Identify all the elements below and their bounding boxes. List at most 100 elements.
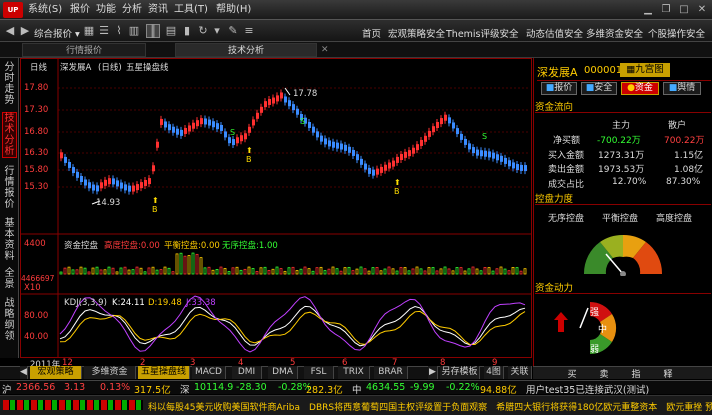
menu-quote[interactable]: 报价 [70,3,90,17]
control-bar [515,267,519,275]
restore-icon[interactable]: ❐ [660,4,672,16]
candle-body [64,156,67,163]
nav-macro[interactable]: 宏观策略安全 [388,26,445,40]
candle-body [516,164,519,171]
composite-quote-menu[interactable]: 综合报价 ▾ [34,26,80,40]
control-bar [99,269,103,275]
list-icon[interactable]: ☰ [97,24,111,38]
control-bar [307,268,311,275]
tab-scroll-left-icon[interactable]: ◀ [20,366,28,379]
candle-body [96,185,99,192]
control-bar [159,269,163,275]
bottom-tab-trix[interactable]: TRIX [338,366,370,379]
nav-valuation[interactable]: 动态估值安全 [526,26,583,40]
nav-operation[interactable]: 个股操作安全 [648,26,705,40]
bottom-tab-macro[interactable]: 宏观策略 [30,366,82,379]
candle-body [100,182,103,189]
sell-button[interactable]: 卖 [592,367,616,380]
bottom-tab-related[interactable]: 关联 [508,366,532,379]
control-bar [143,271,147,275]
bottom-tab-funds[interactable]: 多维资金 [84,366,136,379]
candle-body [412,147,415,154]
news-ticker[interactable]: 科以每股45美元收购美国软件商Ariba DBRS将西意葡萄四国主权评级置于负面… [148,400,712,413]
refresh-icon[interactable]: ↻ [196,24,210,38]
sidebar-item-intraday[interactable]: 分时走势 [2,62,17,108]
control-bar [247,266,251,275]
menu-system[interactable]: 系统(S) [28,3,62,17]
flow-title: 资金流向 [535,102,574,113]
tab-technical[interactable]: 技术分析 [175,43,317,57]
sidebar-item-quote[interactable]: 行情报价 [2,166,17,212]
bottom-tab-brar[interactable]: BRAR [374,366,408,379]
safety-button[interactable]: ■安全 [581,82,617,95]
sidebar-item-technical[interactable]: 技术分析 [2,112,17,158]
nav-home[interactable]: 首页 [362,26,381,40]
tab-quote[interactable]: 行情报价 [22,43,146,57]
candle-body [480,150,483,157]
maximize-icon[interactable]: □ [678,4,690,16]
forward-icon[interactable]: ▶ [18,24,32,38]
menu-help[interactable]: 帮助(H) [216,3,251,17]
candle-body [368,167,371,174]
candle-body [448,117,451,124]
bottom-tab-4chart[interactable]: 4图 [484,366,504,379]
control-bar [399,267,403,275]
quote-button[interactable]: ■报价 [541,82,577,95]
minimize-icon[interactable]: ▁ [642,4,654,16]
candle-body [488,151,491,158]
control-bar [451,270,455,275]
control-bar [375,267,379,275]
sz-index-label: 深 [180,385,190,396]
candles-icon[interactable]: ║ [146,24,160,38]
tab-scroll-right-icon[interactable]: ▶ [428,366,438,379]
buy-button[interactable]: 买 [560,367,584,380]
sh-index-amount: 317.5亿 [134,385,171,396]
menu-analysis[interactable]: 分析 [122,3,142,17]
dropdown-icon[interactable]: ▾ [210,24,224,38]
candle-body [308,121,311,128]
power-gauge [554,301,617,355]
nine-grid-button[interactable]: ▦九宫图 [620,63,670,77]
trend-icon[interactable]: ⌇ [112,24,126,38]
menu-tools[interactable]: 工具(T) [174,3,208,17]
kline-icon[interactable]: ▥ [127,24,141,38]
grid-icon[interactable]: ▦ [82,24,96,38]
high-price-label: 17.78 [293,89,318,99]
nav-funds[interactable]: 多维资金安全 [586,26,643,40]
nav-themis[interactable]: Themis评级安全 [446,26,519,40]
bottom-tab-macd[interactable]: MACD [192,366,226,379]
sidebar-item-panorama[interactable]: 全景 [2,268,17,292]
candle-body [128,185,131,192]
candle-body [280,92,283,99]
tab-close-icon[interactable]: ✕ [321,45,329,55]
menu-icon[interactable]: ≡ [242,24,256,38]
candle-body [200,118,203,125]
control-bar [211,269,215,275]
bottom-tab-fsl[interactable]: FSL [304,366,334,379]
sidebar-item-strategy[interactable]: 战略纲领 [2,298,17,344]
candle-body [248,126,251,133]
sh-index-pct: 0.13% [100,382,131,393]
bottom-tab-save-template[interactable]: 另存模板 [440,366,480,379]
sidebar-item-profile[interactable]: 基本资料 [2,218,17,264]
candle-body [372,169,375,176]
control-bar [139,267,143,275]
close-icon[interactable]: ✕ [696,4,708,16]
control-bar [471,266,475,275]
sz-index-amount: 282.3亿 [306,385,343,396]
bottom-tab-dma[interactable]: DMA [268,366,298,379]
bottom-tab-dmi[interactable]: DMI [232,366,262,379]
sentiment-button[interactable]: ■舆情 [663,82,701,95]
bars-icon[interactable]: ▮ [180,24,194,38]
menu-function[interactable]: 功能 [96,3,116,17]
funds-button[interactable]: ●资金 [621,82,659,95]
control-bar [455,267,459,275]
chart-icon[interactable]: ▤ [164,24,178,38]
explain-button[interactable]: 释 [656,367,680,380]
candle-body [232,139,235,146]
bottom-tab-fivestar[interactable]: 五星操盘线 [138,366,190,379]
index-button[interactable]: 指 [624,367,648,380]
menu-info[interactable]: 资讯 [148,3,168,17]
pencil-icon[interactable]: ✎ [226,24,240,38]
back-icon[interactable]: ◀ [3,24,17,38]
